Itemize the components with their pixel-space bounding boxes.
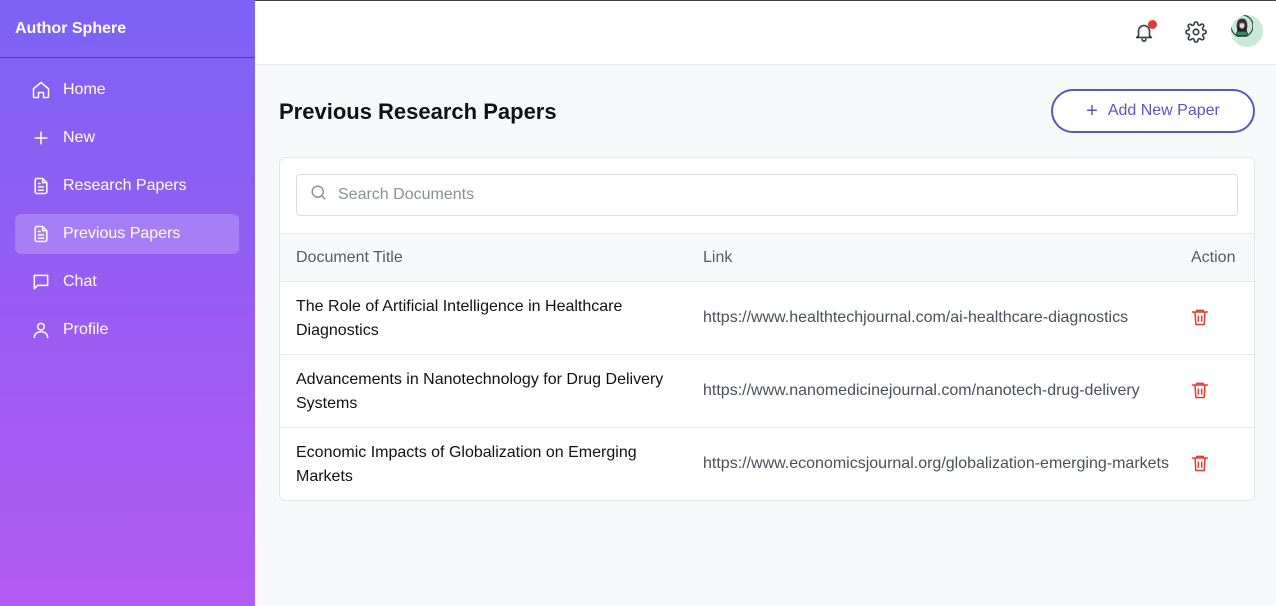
column-header-link: Link [703, 249, 733, 266]
table-row: The Role of Artificial Intelligence in H… [280, 282, 1254, 355]
sidebar-item-chat[interactable]: Chat [15, 262, 239, 302]
page-title: Previous Research Papers [279, 99, 557, 124]
documents-card: Document Title Link Action The Role of A… [279, 157, 1255, 501]
sidebar-item-label: Previous Papers [63, 225, 181, 242]
search-box [296, 174, 1238, 216]
document-link[interactable]: https://www.economicsjournal.org/globali… [703, 440, 1173, 488]
table-body: The Role of Artificial Intelligence in H… [280, 282, 1254, 501]
sidebar-item-label: Home [63, 81, 106, 98]
sidebar-item-new[interactable]: New [15, 118, 239, 158]
trash-icon[interactable] [1190, 452, 1212, 474]
sidebar-item-previous-papers[interactable]: Previous Papers [15, 214, 239, 254]
avatar[interactable] [1231, 15, 1263, 47]
sidebar-item-label: Research Papers [63, 177, 187, 194]
sidebar-item-label: Chat [63, 273, 97, 290]
user-icon [31, 320, 51, 340]
notification-dot [1148, 20, 1157, 29]
sidebar-item-profile[interactable]: Profile [15, 310, 239, 350]
trash-icon[interactable] [1190, 306, 1212, 328]
add-new-paper-button[interactable]: + Add New Paper [1051, 89, 1255, 133]
gear-icon[interactable] [1185, 21, 1209, 45]
sidebar: Author Sphere Home New Research Papers P… [0, 0, 255, 606]
document-icon [31, 176, 51, 196]
search-input[interactable] [338, 186, 1218, 204]
home-icon [31, 80, 51, 100]
column-header-title: Document Title [296, 249, 403, 266]
bell-icon[interactable] [1133, 20, 1157, 45]
table-row: Economic Impacts of Globalization on Eme… [280, 428, 1254, 501]
sidebar-item-research-papers[interactable]: Research Papers [15, 166, 239, 206]
sidebar-nav: Home New Research Papers Previous Papers… [0, 58, 255, 350]
plus-icon: + [1086, 100, 1098, 122]
column-header-action: Action [1191, 249, 1236, 266]
plus-icon [31, 128, 51, 148]
document-icon [31, 224, 51, 244]
sidebar-item-home[interactable]: Home [15, 70, 239, 110]
table-header: Document Title Link Action [280, 233, 1254, 282]
top-bar [255, 0, 1276, 65]
app-title: Author Sphere [0, 0, 255, 58]
table-row: Advancements in Nanotechnology for Drug … [280, 355, 1254, 428]
document-link[interactable]: https://www.nanomedicinejournal.com/nano… [703, 367, 1173, 415]
document-title: Economic Impacts of Globalization on Eme… [296, 444, 637, 485]
document-title: The Role of Artificial Intelligence in H… [296, 298, 623, 339]
sidebar-item-label: New [63, 129, 96, 146]
chat-icon [31, 272, 51, 292]
add-new-paper-label: Add New Paper [1107, 102, 1220, 119]
search-icon [309, 183, 328, 207]
document-title: Advancements in Nanotechnology for Drug … [296, 371, 664, 412]
document-link[interactable]: https://www.healthtechjournal.com/ai-hea… [703, 294, 1173, 342]
sidebar-item-label: Profile [63, 321, 109, 338]
trash-icon[interactable] [1190, 379, 1212, 401]
